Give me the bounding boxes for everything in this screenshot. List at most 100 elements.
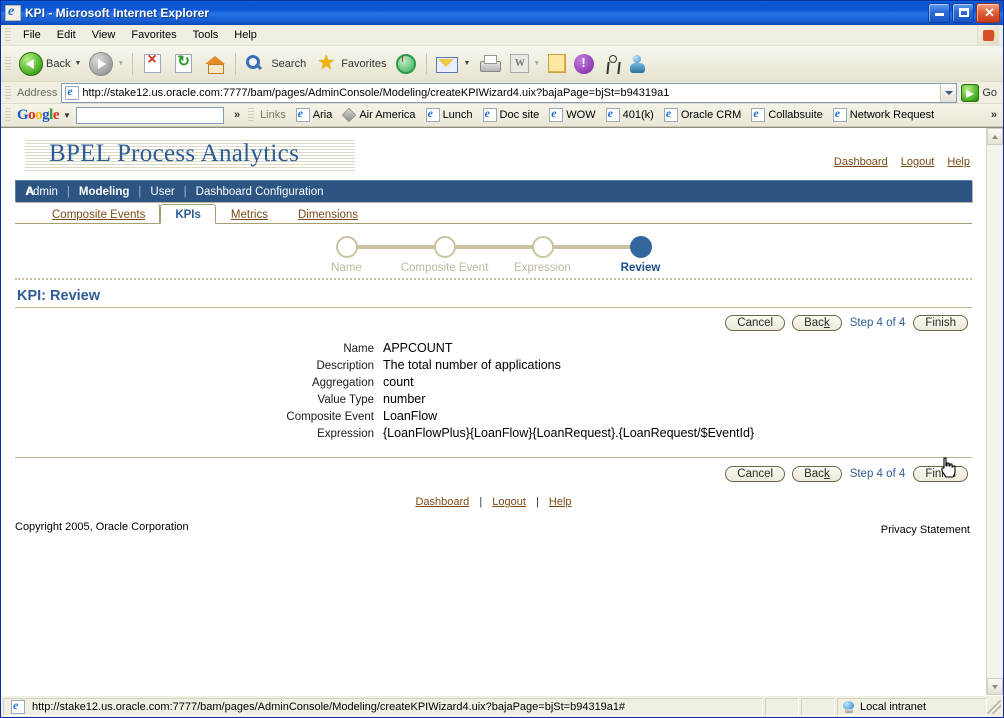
finish-button-bottom[interactable]: Finish	[913, 466, 968, 482]
scrollbar-track[interactable]	[987, 145, 1003, 678]
nav-item-admin[interactable]: AAdmin	[25, 186, 58, 198]
walker-button[interactable]	[598, 49, 626, 79]
footer-link-help[interactable]: Help	[549, 496, 572, 508]
minimize-button[interactable]	[928, 3, 950, 23]
train-step-label: Name	[331, 262, 362, 274]
scroll-down-button[interactable]	[987, 678, 1003, 695]
yahoo-messenger-button[interactable]	[570, 49, 598, 79]
stop-button[interactable]	[137, 49, 168, 79]
address-input[interactable]: http://stake12.us.oracle.com:7777/bam/pa…	[61, 82, 958, 103]
header-link-logout[interactable]: Logout	[901, 156, 935, 168]
tab-dimensions[interactable]: Dimensions	[283, 203, 373, 223]
train-step-review[interactable]: Review	[592, 236, 690, 274]
refresh-button[interactable]	[168, 49, 199, 79]
link-air-america[interactable]: Air America	[337, 107, 420, 123]
header-link-dashboard[interactable]: Dashboard	[834, 156, 888, 168]
web-page: BPEL Process Analytics Dashboard Logout …	[1, 128, 986, 695]
forward-dropdown-icon[interactable]: ▼	[117, 60, 124, 67]
scroll-up-button[interactable]	[987, 128, 1003, 145]
nav-item-user[interactable]: User	[150, 186, 174, 198]
nav-item-modeling[interactable]: Modeling	[79, 186, 129, 198]
links-gripper[interactable]	[248, 108, 255, 122]
resize-grip[interactable]	[987, 699, 1001, 714]
address-label: Address	[17, 86, 58, 99]
back-icon	[19, 51, 43, 76]
menu-file[interactable]: File	[15, 27, 49, 43]
privacy-link[interactable]: Privacy Statement	[881, 524, 970, 536]
back-button-bottom[interactable]: Back	[792, 466, 842, 482]
link-oracle-crm[interactable]: Oracle CRM	[659, 106, 747, 122]
menu-view[interactable]: View	[84, 27, 124, 43]
menu-edit[interactable]: Edit	[49, 27, 84, 43]
header-link-help[interactable]: Help	[947, 156, 970, 168]
tab-composite-events[interactable]: Composite Events	[37, 203, 161, 223]
back-button[interactable]: Back ▼	[15, 49, 85, 79]
edit-dropdown-icon[interactable]: ▼	[533, 60, 540, 67]
menu-help[interactable]: Help	[226, 27, 265, 43]
address-gripper[interactable]	[5, 85, 11, 100]
link-aria[interactable]: Aria	[291, 106, 338, 122]
edit-word-button[interactable]: W ▼	[506, 49, 544, 79]
cancel-button-bottom[interactable]: Cancel	[725, 466, 786, 482]
train-step-name[interactable]: Name	[298, 236, 396, 274]
google-dropdown-icon[interactable]: ▼	[63, 111, 71, 120]
security-zone-label: Local intranet	[860, 700, 927, 713]
link-wow[interactable]: WOW	[544, 106, 600, 122]
browser-toolbar: Back ▼ ▼ Search ★ Favorites	[1, 46, 1003, 82]
print-button[interactable]	[474, 49, 506, 79]
link-401k[interactable]: 401(k)	[601, 106, 659, 122]
link-label: WOW	[566, 109, 596, 121]
security-zone-pane[interactable]: Local intranet	[837, 697, 987, 716]
home-button[interactable]	[199, 49, 231, 79]
go-button[interactable]: Go	[957, 83, 1003, 102]
link-label: Collabsuite	[768, 109, 823, 121]
cancel-button-top[interactable]: Cancel	[725, 315, 786, 331]
link-lunch[interactable]: Lunch	[421, 106, 478, 122]
messenger-button[interactable]	[626, 49, 654, 79]
close-button[interactable]: ✕	[976, 3, 1000, 23]
link-collabsuite[interactable]: Collabsuite	[746, 106, 827, 122]
review-fields: Name APPCOUNT Description The total numb…	[15, 335, 972, 447]
nav-item-dashboard-configuration[interactable]: Dashboard Configuration	[196, 186, 324, 198]
google-search-input[interactable]	[75, 106, 224, 124]
train-step-expression[interactable]: Expression	[494, 236, 592, 274]
back-dropdown-icon[interactable]: ▼	[74, 60, 81, 67]
train-dot-icon	[335, 236, 358, 258]
search-button[interactable]: Search	[240, 49, 310, 79]
tab-metrics[interactable]: Metrics	[216, 203, 283, 223]
notes-button[interactable]	[544, 49, 570, 79]
field-value: number	[383, 392, 426, 406]
field-label: Name	[343, 343, 374, 355]
footer-link-dashboard[interactable]: Dashboard	[415, 496, 469, 508]
field-label: Aggregation	[311, 377, 374, 389]
finish-button-top[interactable]: Finish	[913, 315, 968, 331]
mail-dropdown-icon[interactable]: ▼	[463, 60, 470, 67]
menu-gripper[interactable]	[5, 28, 11, 42]
link-network-request[interactable]: Network Request	[828, 106, 939, 122]
forward-button[interactable]: ▼	[85, 49, 128, 79]
train-step-composite-event[interactable]: Composite Event	[396, 236, 494, 274]
sub-tab-bar: Composite Events KPIs Metrics Dimensions	[15, 202, 972, 224]
refresh-icon	[175, 52, 193, 73]
vertical-scrollbar[interactable]	[986, 128, 1003, 695]
mail-button[interactable]: ▼	[431, 49, 474, 79]
google-gripper[interactable]	[5, 108, 11, 122]
address-url-text: http://stake12.us.oracle.com:7777/bam/pa…	[82, 86, 670, 99]
ie-page-icon	[482, 106, 497, 122]
history-button[interactable]	[390, 49, 422, 79]
maximize-button[interactable]	[952, 3, 974, 23]
back-button-top[interactable]: Back	[792, 315, 842, 331]
favorites-button[interactable]: ★ Favorites	[310, 49, 390, 79]
toolbar-gripper[interactable]	[5, 56, 11, 71]
address-dropdown-icon[interactable]	[940, 83, 957, 102]
footer-link-logout[interactable]: Logout	[492, 496, 526, 508]
menu-favorites[interactable]: Favorites	[123, 27, 184, 43]
links-overflow-icon[interactable]: »	[991, 109, 1003, 121]
google-overflow-icon[interactable]: »	[228, 109, 246, 121]
menu-tools[interactable]: Tools	[185, 27, 227, 43]
train-step-label: Expression	[514, 262, 571, 274]
home-icon	[203, 52, 227, 76]
tab-kpis[interactable]: KPIs	[160, 204, 216, 224]
go-label: Go	[982, 86, 997, 99]
link-doc-site[interactable]: Doc site	[478, 106, 545, 122]
